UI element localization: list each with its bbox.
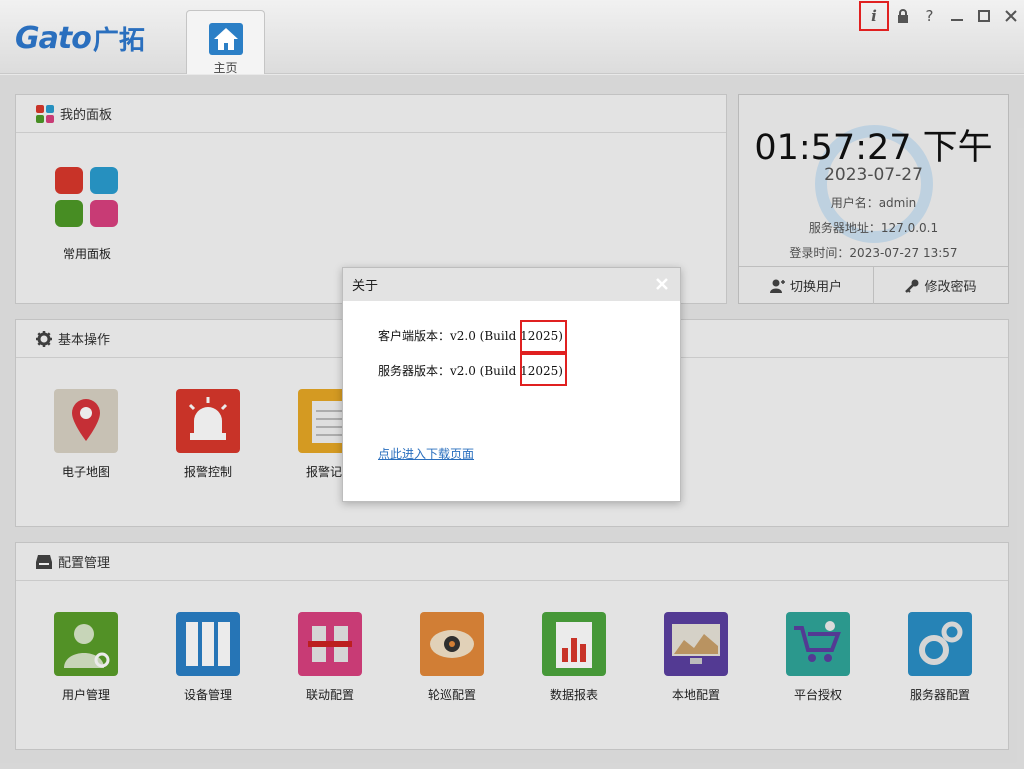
- info-icon: i: [871, 7, 877, 25]
- lock-button[interactable]: [889, 0, 916, 32]
- close-button[interactable]: [997, 0, 1024, 32]
- window-controls: i ?: [859, 0, 1024, 32]
- help-button[interactable]: ?: [916, 0, 943, 32]
- dialog-title: 关于: [352, 279, 379, 294]
- close-icon: [1004, 10, 1017, 22]
- minimize-icon: [950, 19, 963, 21]
- tab-home[interactable]: 主页: [186, 10, 265, 75]
- dialog-close-button[interactable]: [656, 274, 668, 295]
- title-bar: Gato 广拓 主页 i ?: [0, 0, 1024, 75]
- help-icon: ?: [925, 7, 934, 25]
- tab-home-label: 主页: [213, 61, 238, 75]
- info-button[interactable]: i: [859, 1, 889, 31]
- maximize-icon: [977, 10, 990, 22]
- home-icon: [209, 23, 243, 55]
- logo-text-en: Gato: [15, 20, 92, 56]
- lock-icon: [897, 9, 908, 23]
- app-logo: Gato 广拓: [15, 20, 145, 56]
- build-highlight-box: [520, 320, 567, 353]
- maximize-button[interactable]: [970, 0, 997, 32]
- dialog-header: 关于: [343, 268, 680, 301]
- close-icon: [656, 278, 668, 290]
- minimize-button[interactable]: [943, 0, 970, 32]
- build-highlight-box: [520, 353, 567, 386]
- download-page-link[interactable]: 点此进入下载页面: [378, 445, 474, 462]
- about-dialog: 关于 客户端版本：v2.0 (Build 12025) 服务器版本：v2.0 (…: [342, 267, 681, 502]
- logo-text-cn: 广拓: [92, 25, 145, 56]
